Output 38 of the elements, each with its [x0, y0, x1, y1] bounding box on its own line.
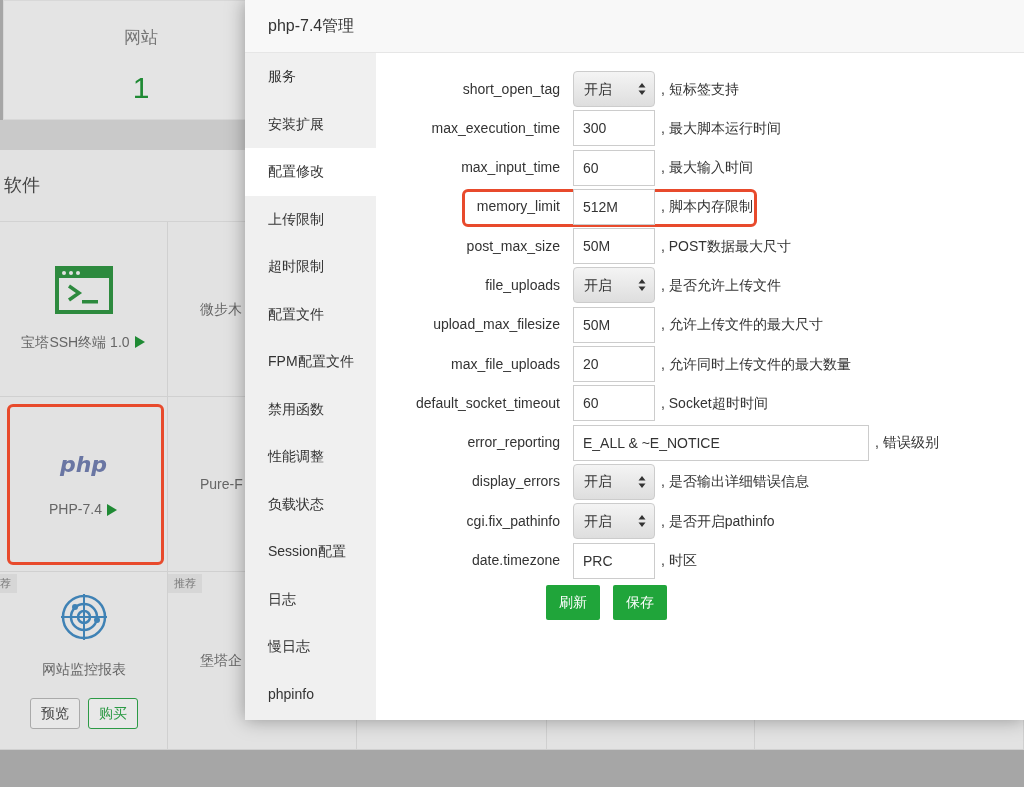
setting-label: file_uploads — [484, 276, 560, 295]
setting-note: , 错误级别 — [875, 433, 939, 453]
app-name: 宝塔SSH终端 1.0 — [21, 332, 130, 352]
setting-note: , 是否允许上传文件 — [661, 276, 781, 295]
app-name: PHP-7.4 — [49, 500, 102, 519]
php-logo: php — [59, 451, 108, 479]
setting-label: max_input_time — [460, 158, 560, 178]
setting-note: , 短标签支持 — [661, 79, 739, 99]
setting-note: , 允许上传文件的最大尺寸 — [661, 315, 823, 335]
setting-label: post_max_size — [465, 236, 560, 256]
recommend-tag: 推荐 — [168, 574, 202, 593]
setting-note: , 最大脚本运行时间 — [661, 118, 781, 138]
setting-label: memory_limit — [475, 197, 560, 217]
app-name: 网站监控报表 — [41, 659, 126, 679]
setting-label: max_file_uploads — [450, 354, 560, 374]
setting-label: max_execution_time — [430, 118, 560, 138]
setting-label: default_socket_timeout — [415, 393, 560, 413]
setting-note: , 是否输出详细错误信息 — [661, 472, 809, 492]
setting-label: cgi.fix_pathinfo — [465, 511, 560, 531]
setting-label: error_reporting — [466, 433, 560, 453]
setting-label: date.timezone — [471, 551, 560, 571]
dialog-title: php-7.4管理 — [245, 0, 1024, 53]
app-name: Pure-F — [200, 474, 243, 494]
app-name: 堡塔企 — [200, 651, 242, 670]
setting-note: , 时区 — [661, 551, 697, 571]
stat-value: 1 — [132, 69, 150, 106]
setting-note: , 是否开启pathinfo — [661, 511, 775, 531]
app-name: 微步木 — [200, 299, 242, 319]
recommend-tag: 荐 — [0, 574, 17, 593]
setting-label: short_open_tag — [461, 79, 560, 99]
setting-label: display_errors — [471, 472, 560, 492]
setting-note: , Socket超时时间 — [661, 393, 768, 413]
setting-note: , POST数据最大尺寸 — [661, 236, 791, 256]
setting-label: upload_max_filesize — [432, 315, 560, 335]
stat-label: 网站 — [124, 27, 158, 49]
setting-note: , 允许同时上传文件的最大数量 — [661, 354, 851, 374]
setting-note: , 最大输入时间 — [661, 158, 753, 178]
setting-note: , 脚本内存限制 — [661, 197, 753, 217]
